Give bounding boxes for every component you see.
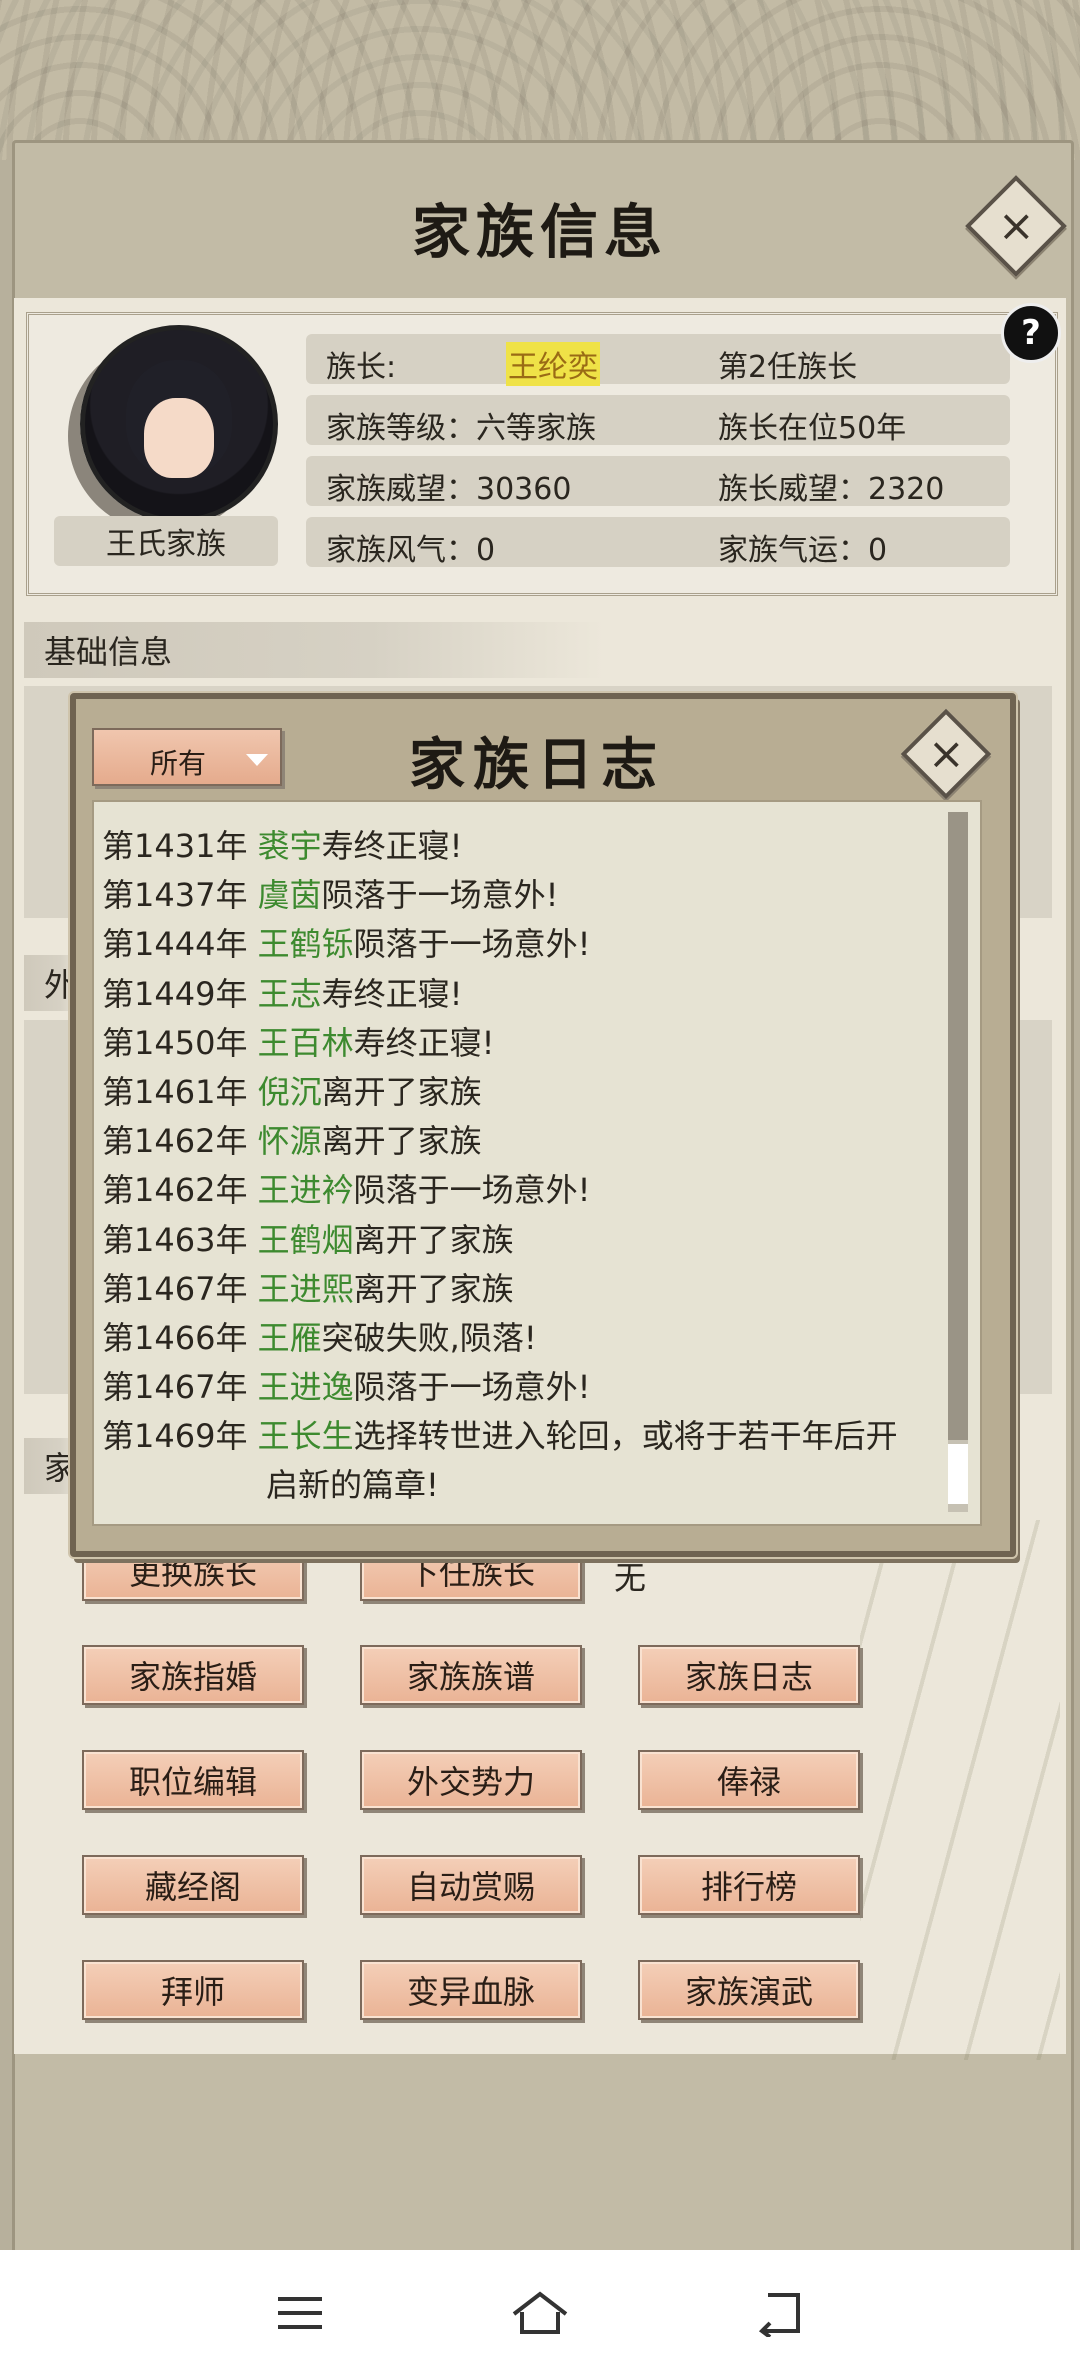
character-name[interactable]: 王雁 xyxy=(258,1319,322,1357)
info-row-level: 家族等级：六等家族 族长在位50年 xyxy=(306,395,1010,446)
leader-term: 第2任族长 xyxy=(718,350,858,385)
scripture-pavilion-button[interactable]: 藏经阁 xyxy=(82,1855,304,1915)
leader-name[interactable]: 王纶奕 xyxy=(506,342,600,386)
menu-button[interactable] xyxy=(260,2280,340,2346)
log-list-area[interactable]: 第1431年 裘宇寿终正寝! 第1437年 虞茵陨落于一场意外! 第1444年 … xyxy=(92,800,982,1526)
system-nav-bar xyxy=(0,2250,1080,2376)
log-item: 第1469年 王长生选择转世进入轮回，或将于若干年后开 启新的篇章! xyxy=(102,1417,898,1505)
salary-button[interactable]: 俸禄 xyxy=(638,1750,860,1810)
character-name[interactable]: 王进熙 xyxy=(258,1270,354,1308)
filter-value: 所有 xyxy=(150,747,207,780)
leader-avatar[interactable] xyxy=(80,325,278,523)
log-item: 第1450年 王百林寿终正寝! xyxy=(102,1023,495,1062)
leader-prestige: 族长威望：2320 xyxy=(718,472,945,507)
leader-label: 族长: xyxy=(326,350,397,385)
close-icon: × xyxy=(927,728,965,779)
mutant-bloodline-button[interactable]: 变异血脉 xyxy=(360,1960,582,2020)
close-icon: × xyxy=(997,200,1035,251)
home-icon xyxy=(512,2291,568,2334)
info-row-prestige: 家族威望：30360 族长威望：2320 xyxy=(306,456,1010,507)
auto-reward-button[interactable]: 自动赏赐 xyxy=(360,1855,582,1915)
log-item: 第1437年 虞茵陨落于一场意外! xyxy=(102,876,559,915)
family-atmosphere: 家族风气：0 xyxy=(326,533,496,568)
log-item: 第1462年 王进衿陨落于一场意外! xyxy=(102,1171,591,1210)
family-marriage-button[interactable]: 家族指婚 xyxy=(82,1645,304,1705)
leaderboard-button[interactable]: 排行榜 xyxy=(638,1855,860,1915)
log-item: 第1466年 王雁突破失败,陨落! xyxy=(102,1318,537,1357)
apprentice-button[interactable]: 拜师 xyxy=(82,1960,304,2020)
log-item: 第1461年 倪沉离开了家族 xyxy=(102,1072,482,1111)
character-name[interactable]: 倪沉 xyxy=(258,1073,322,1111)
log-scrollbar[interactable] xyxy=(948,812,968,1512)
character-name[interactable]: 王志 xyxy=(258,975,322,1013)
bamboo-decoration xyxy=(860,1520,1060,2060)
leader-tenure: 族长在位50年 xyxy=(718,411,907,446)
character-name[interactable]: 王鹤烟 xyxy=(258,1221,354,1259)
character-name[interactable]: 裘宇 xyxy=(258,827,322,865)
section-basic-info: 基础信息 xyxy=(24,622,604,678)
back-icon xyxy=(758,2293,800,2337)
log-filter-dropdown[interactable]: 所有 xyxy=(92,728,282,786)
scrollbar-thumb[interactable] xyxy=(948,812,968,1440)
log-item: 第1462年 怀源离开了家族 xyxy=(102,1122,482,1161)
log-list: 第1431年 裘宇寿终正寝! 第1437年 虞茵陨落于一场意外! 第1444年 … xyxy=(102,822,948,1510)
character-name[interactable]: 王百林 xyxy=(258,1024,354,1062)
log-item: 第1444年 王鹤铄陨落于一场意外! xyxy=(102,925,591,964)
diplomacy-button[interactable]: 外交势力 xyxy=(360,1750,582,1810)
character-name[interactable]: 王长生 xyxy=(258,1417,354,1455)
position-edit-button[interactable]: 职位编辑 xyxy=(82,1750,304,1810)
character-name[interactable]: 王进衿 xyxy=(258,1171,354,1209)
home-button[interactable] xyxy=(500,2280,580,2346)
log-item: 第1463年 王鹤烟离开了家族 xyxy=(102,1220,514,1259)
info-row-fortune: 家族风气：0 家族气运：0 xyxy=(306,517,1010,568)
character-name[interactable]: 王鹤铄 xyxy=(258,925,354,963)
family-fortune: 家族气运：0 xyxy=(718,533,888,568)
log-item: 第1467年 王进逸陨落于一场意外! xyxy=(102,1368,591,1407)
character-name[interactable]: 虞茵 xyxy=(258,876,322,914)
family-log-button[interactable]: 家族日志 xyxy=(638,1645,860,1705)
top-wave-background xyxy=(0,0,1080,160)
menu-icon xyxy=(278,2297,322,2329)
next-leader-value: 无 xyxy=(614,1559,647,1597)
back-button[interactable] xyxy=(740,2280,820,2346)
log-item: 第1449年 王志寿终正寝! xyxy=(102,974,463,1013)
family-name: 王氏家族 xyxy=(54,516,278,566)
page-title: 家族信息 xyxy=(411,198,668,266)
character-name[interactable]: 怀源 xyxy=(258,1122,322,1160)
log-item: 第1467年 王进熙离开了家族 xyxy=(102,1269,514,1308)
family-martial-button[interactable]: 家族演武 xyxy=(638,1960,860,2020)
help-button[interactable]: ? xyxy=(1001,303,1061,363)
family-level: 家族等级：六等家族 xyxy=(326,411,596,446)
log-item: 第1431年 裘宇寿终正寝! xyxy=(102,827,463,865)
chevron-down-icon xyxy=(246,754,268,766)
scrollbar-end xyxy=(948,1444,968,1504)
family-tree-button[interactable]: 家族族谱 xyxy=(360,1645,582,1705)
family-prestige: 家族威望：30360 xyxy=(326,472,572,507)
character-name[interactable]: 王进逸 xyxy=(258,1368,354,1406)
info-row-leader: 族长: 王纶奕 第2任族长 xyxy=(306,334,1010,386)
